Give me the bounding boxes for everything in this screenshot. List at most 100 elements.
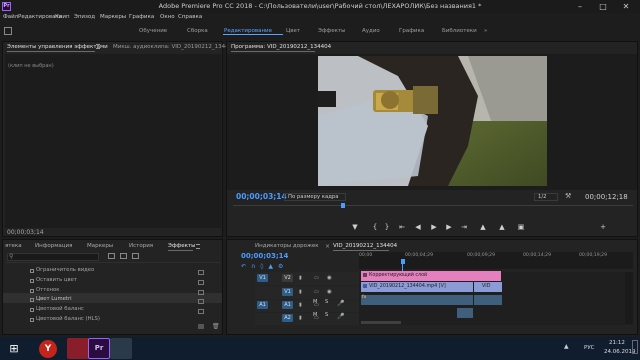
workspace-assembly[interactable]: Сборка [187, 26, 208, 36]
video-clip[interactable]: VID_20190212_134404.mp4 [V] [361, 282, 457, 292]
notifications-icon[interactable] [632, 340, 638, 354]
program-timecode[interactable]: 00;00;03;14 [236, 192, 287, 201]
trash-icon[interactable]: 🗑 [212, 323, 220, 330]
solo-button[interactable]: S [325, 312, 328, 318]
menu-help[interactable]: Справка [178, 13, 202, 22]
workspace-learning[interactable]: Обучение [139, 26, 167, 36]
yandex-browser-icon[interactable]: Y [39, 340, 57, 358]
go-to-out-icon[interactable]: ⇥ [459, 223, 469, 231]
source-patch-a1[interactable]: A1 [257, 301, 268, 309]
track-label-a2[interactable]: A2 [282, 314, 293, 322]
playback-scrubber[interactable] [233, 205, 633, 206]
audio-clip[interactable] [361, 295, 457, 305]
go-to-in-icon[interactable]: ⇤ [397, 223, 407, 231]
video-clip-2[interactable]: VID [474, 282, 502, 292]
home-icon[interactable] [4, 27, 12, 35]
sync-lock-icon[interactable]: ▭ [314, 275, 319, 281]
effect-item[interactable]: Цветовой баланс [36, 305, 84, 314]
effect-item[interactable]: Цветовой баланс (HLS) [36, 315, 100, 324]
photos-app-icon[interactable] [110, 338, 132, 359]
workspace-audio[interactable]: Аудио [362, 26, 380, 36]
mute-button[interactable]: M [313, 312, 317, 318]
workspace-effects[interactable]: Эффекты [318, 26, 346, 36]
microphone-icon[interactable]: 🎤 [337, 300, 344, 307]
language-indicator[interactable]: РУС [584, 345, 595, 351]
track-label-v2[interactable]: V2 [282, 274, 293, 282]
minimize-icon[interactable]: – [569, 0, 591, 13]
microphone-icon[interactable]: 🎤 [337, 313, 344, 320]
source-patch-v1[interactable]: V1 [257, 274, 268, 282]
track-label-a1[interactable]: A1 [282, 301, 293, 309]
menu-clip[interactable]: Клип [55, 13, 70, 22]
effect-item-selected[interactable]: Цвет Lumetri [36, 295, 72, 304]
mark-in-icon[interactable]: { [370, 223, 380, 231]
audio-clip-a2[interactable] [457, 308, 473, 318]
add-button-icon[interactable]: + [598, 223, 608, 231]
wrench-icon[interactable]: ⚒ [565, 192, 571, 200]
tab-media-browser[interactable]: ятека [5, 243, 22, 249]
audio-clip-2[interactable] [474, 295, 502, 305]
menu-graphics[interactable]: Графика [129, 13, 154, 22]
tab-sequence[interactable]: VID_20190212_134404 [333, 243, 397, 249]
step-forward-icon[interactable]: ▶ [444, 223, 454, 231]
tab-markers[interactable]: Маркеры [87, 243, 113, 249]
video-clip-segment[interactable] [457, 282, 473, 292]
close-icon[interactable]: ✕ [615, 0, 637, 13]
yuv-effects-icon[interactable] [132, 253, 139, 259]
adjustment-layer-clip[interactable]: Корректирующий слой [361, 271, 501, 281]
extract-icon[interactable]: ▲ [497, 223, 507, 231]
menu-sequence[interactable]: Эпизод [74, 13, 95, 22]
clock-time[interactable]: 21:12 [609, 340, 625, 346]
lock-icon[interactable]: ▮ [299, 275, 302, 281]
playhead-indicator[interactable] [341, 203, 345, 208]
menu-window[interactable]: Окно [160, 13, 175, 22]
timeline-scrollbar[interactable] [361, 321, 401, 324]
timeline-toolbar-icons[interactable]: ↶∩◊▲⚙ [241, 263, 288, 270]
export-frame-icon[interactable]: ▣ [516, 223, 526, 231]
32bit-effects-icon[interactable] [120, 253, 127, 259]
lock-icon[interactable]: ▮ [299, 315, 302, 321]
effect-item[interactable]: Ограничитель видео [36, 266, 94, 275]
accelerated-effects-icon[interactable] [108, 253, 115, 259]
clock-date[interactable]: 24.06.2019 [604, 349, 636, 355]
audio-clip-segment[interactable] [457, 295, 473, 305]
menu-markers[interactable]: Маркеры [100, 13, 126, 22]
new-bin-icon[interactable] [198, 324, 204, 329]
fit-dropdown[interactable]: По размеру кадра [284, 193, 346, 201]
track-label-v1[interactable]: V1 [282, 288, 293, 296]
menu-file[interactable]: Файл [3, 13, 18, 22]
workspace-more[interactable]: » [484, 26, 487, 36]
workspace-libraries[interactable]: Библиотеки [442, 26, 477, 36]
panel-menu-icon[interactable] [196, 244, 200, 249]
panel-menu-icon[interactable] [96, 44, 100, 49]
lock-icon[interactable]: ▮ [299, 289, 302, 295]
workspace-graphics[interactable]: Графика [399, 26, 424, 36]
mute-button[interactable]: M [313, 299, 317, 305]
maximize-icon[interactable]: □ [592, 0, 614, 13]
workspace-color[interactable]: Цвет [286, 26, 300, 36]
adobe-app-icon[interactable] [67, 338, 89, 359]
tab-audio-meters[interactable]: Индикаторы дорожек [255, 243, 319, 249]
start-icon[interactable]: ⊞ [3, 338, 25, 359]
tray-icons[interactable]: ▲ [564, 343, 569, 350]
lift-icon[interactable]: ▲ [478, 223, 488, 231]
timeline-timecode[interactable]: 00;00;03;14 [241, 252, 288, 260]
play-icon[interactable]: ▶ [429, 223, 439, 231]
effects-search-input[interactable] [7, 253, 99, 261]
tab-history[interactable]: История [129, 243, 153, 249]
eye-icon[interactable]: ◉ [327, 275, 332, 281]
eye-icon[interactable]: ◉ [327, 289, 332, 295]
tab-audio-clip-mixer[interactable]: Микш. аудиоклипа: VID_20190212_1344 [109, 42, 229, 52]
premiere-taskbar-icon[interactable]: Pr [88, 338, 110, 359]
tab-info[interactable]: Информация [35, 243, 72, 249]
effect-item[interactable]: Оставить цвет [36, 276, 77, 285]
effect-item[interactable]: Оттенок [36, 286, 60, 295]
lock-icon[interactable]: ▮ [299, 302, 302, 308]
step-back-icon[interactable]: ◀ [413, 223, 423, 231]
close-tab-icon[interactable]: × [325, 243, 330, 250]
mark-out-icon[interactable]: } [382, 223, 392, 231]
add-marker-icon[interactable]: ▼ [350, 223, 360, 231]
sync-lock-icon[interactable]: ▭ [314, 289, 319, 295]
tab-effects[interactable]: Эффекты [168, 243, 196, 249]
resolution-dropdown[interactable]: 1/2 [534, 193, 558, 201]
